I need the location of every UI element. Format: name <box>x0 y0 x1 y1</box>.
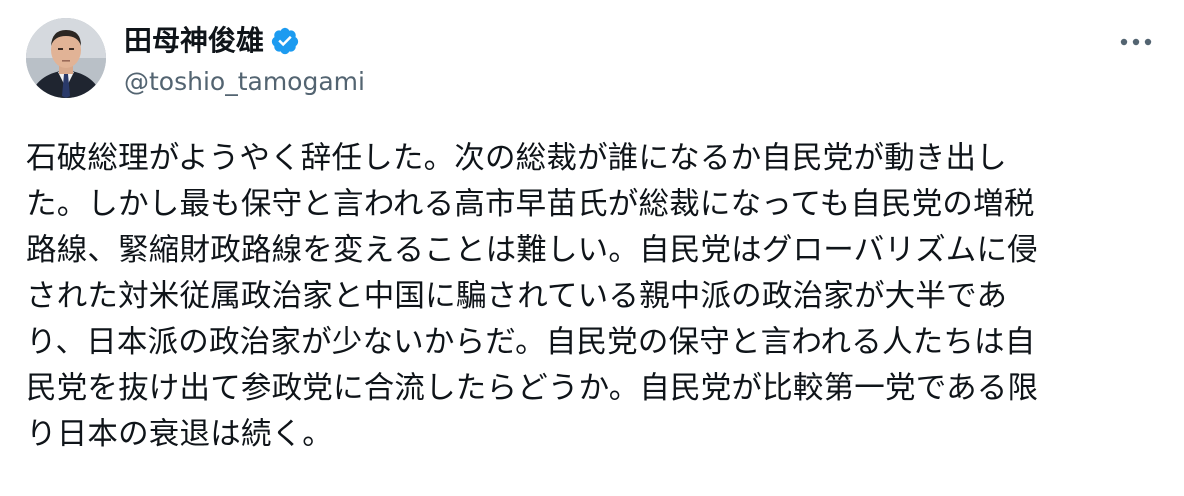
tweet-text-line: 路線、緊縮財政路線を変えることは難しい。自民党はグローバリズムに侵 <box>26 233 1038 268</box>
tweet-text-line: り、日本派の政治家が少ないからだ。自民党の保守と言われる人たちは自 <box>26 325 1036 360</box>
tweet-header: 田母神俊雄 @toshio_tamogami <box>124 22 365 100</box>
tweet-text: 石破総理がようやく辞任した。次の総裁が誰になるか自民党が動き出し た。しかし最も… <box>26 136 1166 458</box>
tweet-text-line: り日本の衰退は続く。 <box>26 417 333 452</box>
tweet: 田母神俊雄 @toshio_tamogami 石破総理がようやく辞任した。次の総… <box>0 0 1184 496</box>
more-horizontal-icon <box>1120 38 1152 46</box>
name-row: 田母神俊雄 <box>124 22 365 60</box>
tweet-text-line: された対米従属政治家と中国に騙されている親中派の政治家が大半であ <box>26 279 1008 314</box>
avatar-image <box>26 18 106 98</box>
tweet-text-line: た。しかし最も保守と言われる高市早苗氏が総裁になっても自民党の増税 <box>26 187 1035 222</box>
user-handle[interactable]: @toshio_tamogami <box>124 64 365 100</box>
tweet-text-line: 石破総理がようやく辞任した。次の総裁が誰になるか自民党が動き出し <box>26 141 1007 176</box>
display-name[interactable]: 田母神俊雄 <box>124 22 264 60</box>
verified-badge-icon[interactable] <box>270 26 300 56</box>
more-options-button[interactable] <box>1114 30 1158 54</box>
avatar[interactable] <box>26 18 106 98</box>
tweet-text-line: 民党を抜け出て参政党に合流したらどうか。自民党が比較第一党である限 <box>26 371 1039 406</box>
